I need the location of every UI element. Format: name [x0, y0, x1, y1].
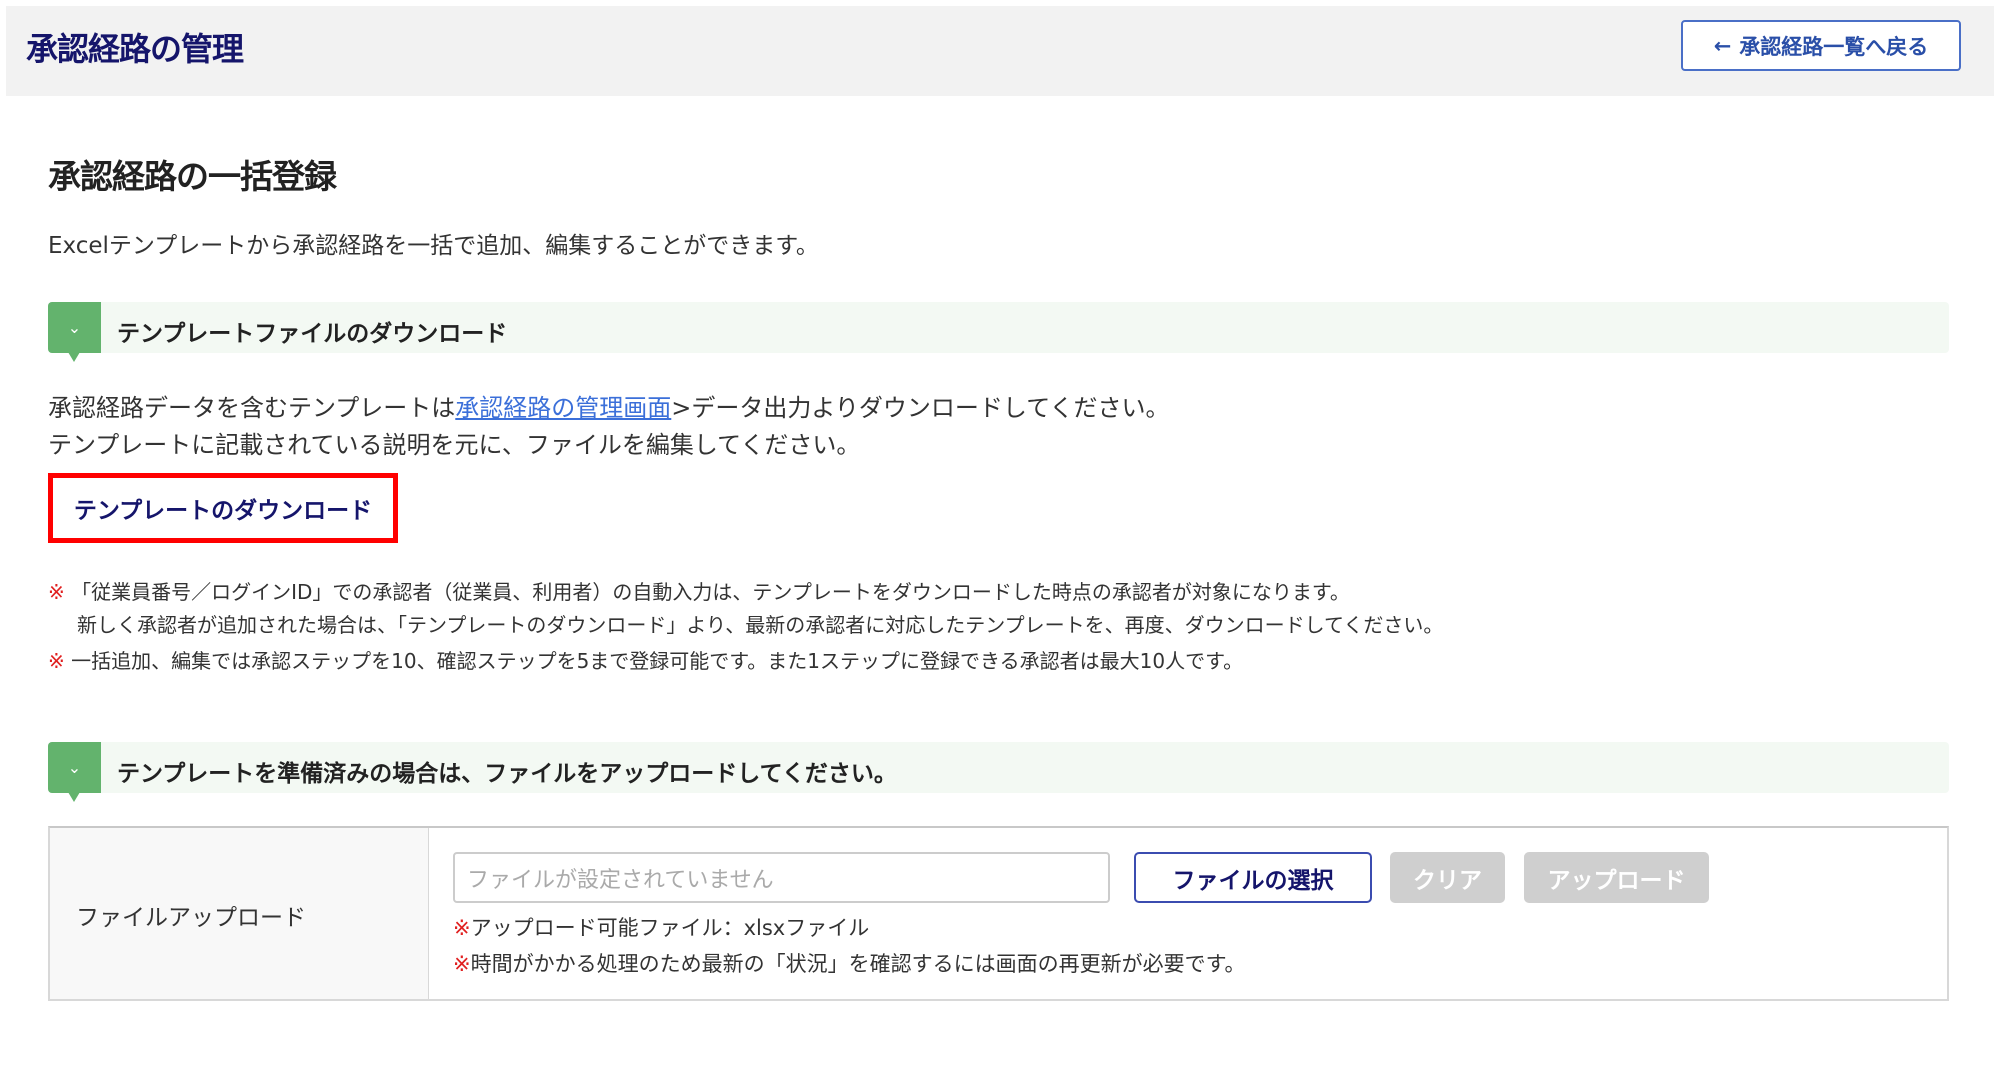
note-text: 一括追加、編集では承認ステップを10、確認ステップを5まで登録可能です。また1ス…: [71, 649, 1244, 673]
section-header-download[interactable]: ⌄ テンプレートファイルのダウンロード: [48, 302, 1949, 362]
page-description: Excelテンプレートから承認経路を一括で追加、編集することができます。: [48, 233, 819, 259]
text: 承認経路データを含むテンプレートは: [48, 394, 456, 422]
app-title: 承認経路の管理: [26, 30, 244, 68]
note-continuation: 新しく承認者が追加された場合は、「テンプレートのダウンロード」より、最新の承認者…: [77, 613, 1444, 637]
upload-button[interactable]: アップロード: [1524, 852, 1709, 903]
file-upload-label: ファイルアップロード: [76, 905, 306, 931]
upload-note: ※アップロード可能ファイル：xlsxファイル: [453, 912, 869, 942]
note: ※ 一括追加、編集では承認ステップを10、確認ステップを5まで登録可能です。また…: [48, 645, 1243, 674]
management-screen-link[interactable]: 承認経路の管理画面: [455, 394, 671, 422]
download-instructions-line2: テンプレートに記載されている説明を元に、ファイルを編集してください。: [48, 431, 861, 459]
note-mark: ※: [453, 916, 471, 940]
section-heading: テンプレートファイルのダウンロード: [117, 321, 508, 347]
upload-note: ※時間がかかる処理のため最新の「状況」を確認するには画面の再更新が必要です。: [453, 948, 1246, 978]
note-text: 時間がかかる処理のため最新の「状況」を確認するには画面の再更新が必要です。: [470, 952, 1246, 976]
note: ※ 「従業員番号／ログインID」での承認者（従業員、利用者）の自動入力は、テンプ…: [48, 576, 1350, 605]
page-title: 承認経路の一括登録: [48, 157, 337, 196]
note-mark: ※: [48, 580, 65, 604]
back-to-list-button[interactable]: ← 承認経路一覧へ戻る: [1681, 20, 1961, 71]
note-text: 「従業員番号／ログインID」での承認者（従業員、利用者）の自動入力は、テンプレー…: [71, 580, 1350, 604]
label-cell: ファイルアップロード: [50, 828, 429, 999]
template-download-button[interactable]: テンプレートのダウンロード: [48, 473, 398, 543]
clear-button[interactable]: クリア: [1390, 852, 1505, 903]
download-instructions-line1: 承認経路データを含むテンプレートは承認経路の管理画面>データ出力よりダウンロード…: [48, 388, 1169, 423]
arrow-left-icon: ←: [1713, 33, 1732, 58]
chevron-down-icon[interactable]: ⌄: [48, 742, 101, 802]
section-header-upload[interactable]: ⌄ テンプレートを準備済みの場合は、ファイルをアップロードしてください。: [48, 742, 1949, 802]
select-file-button[interactable]: ファイルの選択: [1134, 852, 1372, 903]
note-mark: ※: [453, 952, 471, 976]
file-name-input[interactable]: ファイルが設定されていません: [453, 852, 1110, 903]
note-mark: ※: [48, 649, 65, 673]
back-button-label: 承認経路一覧へ戻る: [1739, 34, 1929, 59]
chevron-down-icon[interactable]: ⌄: [48, 302, 101, 362]
text: >データ出力よりダウンロードしてください。: [671, 394, 1170, 422]
note-text: アップロード可能ファイル：xlsxファイル: [470, 916, 870, 940]
section-heading: テンプレートを準備済みの場合は、ファイルをアップロードしてください。: [117, 761, 897, 787]
